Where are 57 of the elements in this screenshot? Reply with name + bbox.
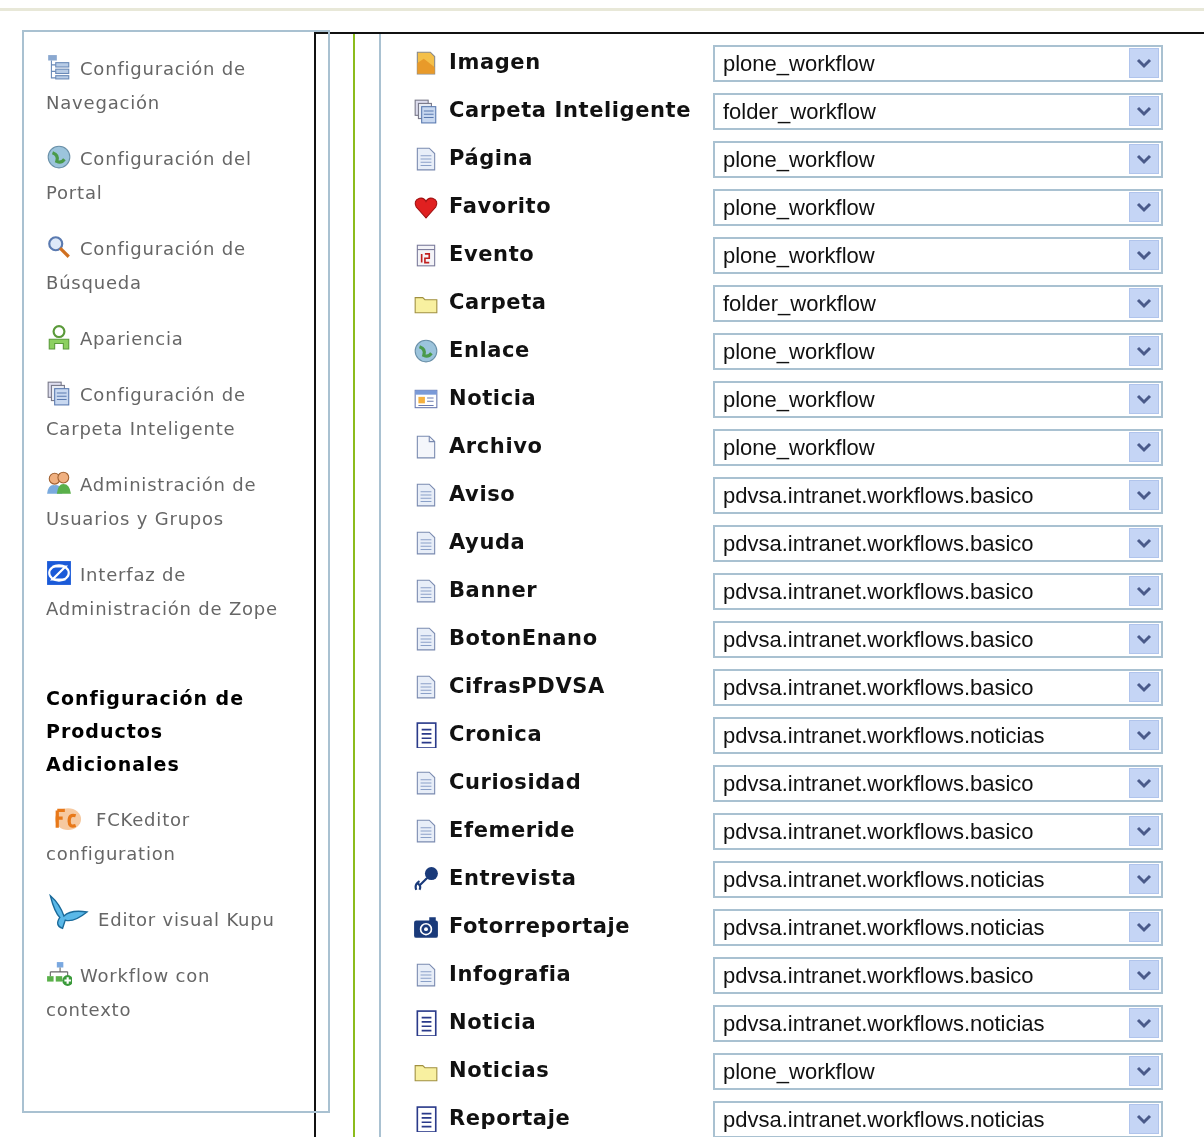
content-type-label: Infografia <box>449 961 573 989</box>
nav-link[interactable]: Workflow con contexto <box>46 959 302 1027</box>
workflow-select[interactable]: pdvsa.intranet.workflows.basico <box>713 620 1163 658</box>
workflow-select[interactable]: plone_workflow <box>713 380 1163 418</box>
workflow-select[interactable]: plone_workflow <box>713 1052 1163 1090</box>
content-type-label: BotonEnano <box>449 625 599 653</box>
content-type-label: Entrevista <box>449 865 578 893</box>
workflow-select[interactable]: pdvsa.intranet.workflows.basico <box>713 812 1163 850</box>
workflow-select[interactable]: pdvsa.intranet.workflows.basico <box>713 476 1163 514</box>
nav-link[interactable]: Editor visual Kupu <box>46 893 302 937</box>
section-heading: Configuración de Productos Adicionales <box>46 686 246 777</box>
content-type-label: Ayuda <box>449 529 527 557</box>
workflow-select[interactable]: plone_workflow <box>713 44 1163 82</box>
content-type-label: Imagen <box>449 49 542 77</box>
content-type-label: Archivo <box>449 433 544 461</box>
workflow-select[interactable]: pdvsa.intranet.workflows.noticias <box>713 1100 1163 1137</box>
content-type-label: Favorito <box>449 193 553 221</box>
content-type-label: Carpeta <box>449 289 548 317</box>
nav-link[interactable]: Configuración de Búsqueda <box>46 232 302 300</box>
content-type-label: Noticias <box>449 1057 551 1085</box>
workflow-select[interactable]: plone_workflow <box>713 236 1163 274</box>
workflow-select[interactable]: pdvsa.intranet.workflows.noticias <box>713 860 1163 898</box>
workflow-select[interactable]: plone_workflow <box>713 140 1163 178</box>
nav-link[interactable]: Interfaz de Administración de Zope <box>46 558 302 626</box>
nav-link[interactable]: Configuración de Carpeta Inteligente <box>46 378 302 446</box>
nav-link[interactable]: FCKeditor configuration <box>46 803 302 871</box>
content-type-label: Aviso <box>449 481 517 509</box>
workflow-select[interactable]: plone_workflow <box>713 428 1163 466</box>
nav-link[interactable]: Administración de Usuarios y Grupos <box>46 468 302 536</box>
workflow-select[interactable]: pdvsa.intranet.workflows.basico <box>713 956 1163 994</box>
nav-link[interactable]: Configuración de Navegación <box>46 52 302 120</box>
workflow-select[interactable]: pdvsa.intranet.workflows.noticias <box>713 1004 1163 1042</box>
workflow-select[interactable]: pdvsa.intranet.workflows.noticias <box>713 908 1163 946</box>
content-type-label: Página <box>449 145 534 173</box>
workflow-select[interactable]: plone_workflow <box>713 188 1163 226</box>
content-type-label: CifrasPDVSA <box>449 673 606 701</box>
workflow-select[interactable]: pdvsa.intranet.workflows.noticias <box>713 716 1163 754</box>
content-type-label: Carpeta Inteligente <box>449 97 693 125</box>
content-type-label: Noticia <box>449 385 538 413</box>
content-type-label: Curiosidad <box>449 769 583 797</box>
content-type-label: Reportaje <box>449 1105 572 1133</box>
workflow-select[interactable]: pdvsa.intranet.workflows.basico <box>713 668 1163 706</box>
content-type-label: Fotorreportaje <box>449 913 632 941</box>
workflow-select[interactable]: pdvsa.intranet.workflows.basico <box>713 524 1163 562</box>
workflow-select[interactable]: plone_workflow <box>713 332 1163 370</box>
content-type-label: Efemeride <box>449 817 577 845</box>
content-type-label: Enlace <box>449 337 531 365</box>
content-type-label: Noticia <box>449 1009 538 1037</box>
content-type-label: Banner <box>449 577 539 605</box>
nav-link[interactable]: Configuración del Portal <box>46 142 302 210</box>
workflow-select[interactable]: pdvsa.intranet.workflows.basico <box>713 572 1163 610</box>
workflow-select[interactable]: folder_workflow <box>713 284 1163 322</box>
content-type-label: Evento <box>449 241 536 269</box>
workflow-select[interactable]: pdvsa.intranet.workflows.basico <box>713 764 1163 802</box>
content-type-label: Cronica <box>449 721 544 749</box>
nav-link[interactable]: Apariencia <box>46 322 302 356</box>
workflow-select[interactable]: folder_workflow <box>713 92 1163 130</box>
